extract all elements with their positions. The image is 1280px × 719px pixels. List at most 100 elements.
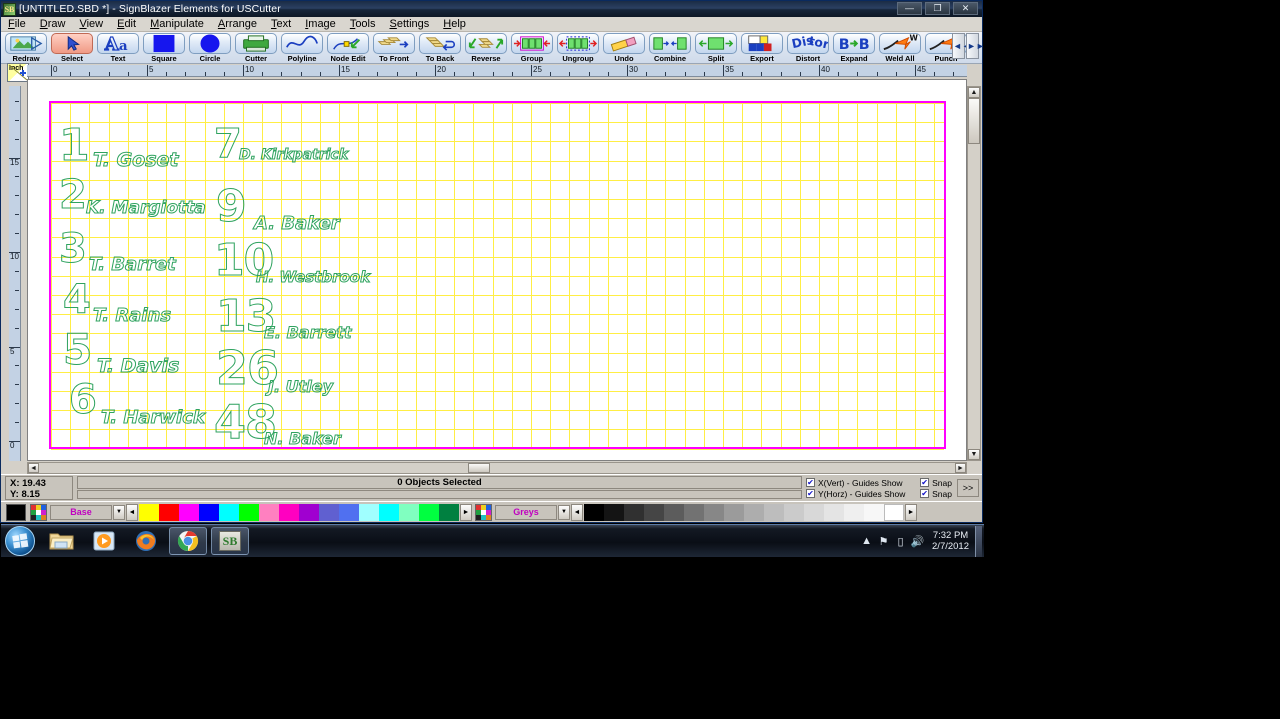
tool-select-button[interactable]: Select	[49, 32, 95, 63]
guide-checkbox-y-horz[interactable]: ✔ Y(Horz) - Guides Show	[806, 489, 914, 499]
checkbox-icon[interactable]: ✔	[920, 478, 930, 487]
palette-swatch-base-15[interactable]	[439, 503, 459, 521]
tool-export-button[interactable]: Export	[739, 32, 785, 63]
greys-scroll-right-button[interactable]: ►	[905, 503, 917, 521]
palette-swatch-grey-14[interactable]	[864, 503, 884, 521]
palette-picker-right-icon[interactable]	[475, 503, 492, 521]
tool-reverse-button[interactable]: Reverse	[463, 32, 509, 63]
canvas-vertical-scrollbar[interactable]: ▲ ▼	[967, 86, 981, 461]
tool-to-back-button[interactable]: To Back	[417, 32, 463, 63]
palette-swatch-base-13[interactable]	[399, 503, 419, 521]
palette-swatch-grey-10[interactable]	[784, 503, 804, 521]
menu-item-settings[interactable]: Settings	[383, 17, 437, 31]
palette-swatch-base-2[interactable]	[179, 503, 199, 521]
tool-to-front-button[interactable]: To Front	[371, 32, 417, 63]
minimize-button[interactable]: —	[897, 2, 922, 15]
palette-swatch-base-0[interactable]	[139, 503, 159, 521]
maximize-button[interactable]: ❐	[925, 2, 950, 15]
palette-swatch-grey-13[interactable]	[844, 503, 864, 521]
scroll-down-button[interactable]: ▼	[968, 449, 980, 460]
current-color-swatch[interactable]	[6, 503, 26, 521]
palette-swatch-grey-0[interactable]	[584, 503, 604, 521]
snap-checkbox-2[interactable]: ✔ Snap	[920, 489, 952, 499]
checkbox-icon[interactable]: ✔	[806, 489, 815, 498]
scroll-right-button[interactable]: ►	[955, 463, 966, 473]
tool-square-button[interactable]: Square	[141, 32, 187, 63]
network-flag-icon[interactable]: ⚑	[875, 535, 892, 548]
clock[interactable]: 7:32 PM 2/7/2012	[926, 530, 975, 552]
vertical-ruler[interactable]: 0 5 10 15	[9, 86, 21, 461]
palette-swatch-grey-2[interactable]	[624, 503, 644, 521]
horizontal-scroll-thumb[interactable]	[468, 463, 490, 473]
windows-orb-icon[interactable]	[5, 526, 35, 556]
show-desktop-button[interactable]	[975, 525, 982, 557]
ruler-unit-button[interactable]: Inch	[7, 63, 29, 82]
tool-circle-button[interactable]: Circle	[187, 32, 233, 63]
design-canvas[interactable]: 1 T. Goset 2 K. Margiotta 3 T. Barret 4 T. Rain…	[27, 79, 967, 461]
palette-scroll-left-button[interactable]: ◄	[126, 503, 138, 521]
signblazer-icon[interactable]: SB	[211, 527, 249, 555]
media-player-icon[interactable]	[85, 527, 123, 555]
palette-name-left[interactable]: Base	[50, 504, 112, 520]
scroll-left-button[interactable]: ◄	[28, 463, 39, 473]
palette-swatch-grey-7[interactable]	[724, 503, 744, 521]
cut-sheet[interactable]: 1 T. Goset 2 K. Margiotta 3 T. Barret 4 T. Rain…	[49, 101, 946, 450]
menu-item-tools[interactable]: Tools	[343, 17, 383, 31]
palette-swatch-grey-3[interactable]	[644, 503, 664, 521]
palette-swatch-base-3[interactable]	[199, 503, 219, 521]
palette-swatch-base-1[interactable]	[159, 503, 179, 521]
menu-item-text[interactable]: Text	[264, 17, 298, 31]
tool-distort-button[interactable]: Dis tort Distort	[785, 32, 831, 63]
palette-swatch-grey-12[interactable]	[824, 503, 844, 521]
vertical-scroll-thumb[interactable]	[968, 98, 980, 144]
close-button[interactable]: ✕	[953, 2, 978, 15]
menu-item-view[interactable]: View	[72, 17, 110, 31]
palette-swatch-base-10[interactable]	[339, 503, 359, 521]
tool-polyline-button[interactable]: Polyline	[279, 32, 325, 63]
tool-weld-all-button[interactable]: W Weld All	[877, 32, 923, 63]
palette-swatch-base-4[interactable]	[219, 503, 239, 521]
palette-swatch-base-6[interactable]	[259, 503, 279, 521]
scroll-up-button[interactable]: ▲	[968, 87, 980, 98]
palette-swatch-grey-1[interactable]	[604, 503, 624, 521]
tool-cutter-button[interactable]: Cutter	[233, 32, 279, 63]
palette-picker-left-icon[interactable]	[30, 503, 47, 521]
guide-checkbox-x-vert[interactable]: ✔ X(Vert) - Guides Show	[806, 478, 914, 488]
snap-checkbox-1[interactable]: ✔ Snap	[920, 478, 952, 488]
tool-text-button[interactable]: Aa Text	[95, 32, 141, 63]
tool-combine-button[interactable]: Combine	[647, 32, 693, 63]
chrome-icon[interactable]	[169, 527, 207, 555]
palette-swatch-base-12[interactable]	[379, 503, 399, 521]
palette-swatch-grey-5[interactable]	[684, 503, 704, 521]
more-options-button[interactable]: >>	[957, 479, 979, 497]
checkbox-icon[interactable]: ✔	[920, 489, 930, 498]
palette-dropdown-right-button[interactable]: ▼	[558, 504, 570, 520]
menu-item-edit[interactable]: Edit	[110, 17, 143, 31]
palette-swatch-grey-8[interactable]	[744, 503, 764, 521]
menu-item-draw[interactable]: Draw	[33, 17, 73, 31]
tool-group-button[interactable]: Group	[509, 32, 555, 63]
palette-scroll-right-button[interactable]: ►	[460, 503, 472, 521]
palette-swatch-grey-6[interactable]	[704, 503, 724, 521]
palette-swatch-base-5[interactable]	[239, 503, 259, 521]
menu-item-help[interactable]: Help	[436, 17, 473, 31]
palette-swatch-grey-15[interactable]	[884, 503, 904, 521]
palette-swatch-base-14[interactable]	[419, 503, 439, 521]
menu-item-manipulate[interactable]: Manipulate	[143, 17, 211, 31]
tool-split-button[interactable]: Split	[693, 32, 739, 63]
show-hidden-icons-button[interactable]: ▲	[858, 535, 875, 547]
toolbar-scroll-left-button[interactable]: ◄◄	[952, 33, 971, 59]
menu-item-image[interactable]: Image	[298, 17, 343, 31]
palette-swatch-grey-9[interactable]	[764, 503, 784, 521]
volume-icon[interactable]: 🔊	[909, 535, 926, 548]
tool-undo-button[interactable]: Undo	[601, 32, 647, 63]
tool-node-edit-button[interactable]: Node Edit	[325, 32, 371, 63]
palette-swatch-base-7[interactable]	[279, 503, 299, 521]
palette-swatch-base-11[interactable]	[359, 503, 379, 521]
palette-swatch-grey-4[interactable]	[664, 503, 684, 521]
menu-item-arrange[interactable]: Arrange	[211, 17, 264, 31]
palette-name-right[interactable]: Greys	[495, 504, 557, 520]
palette-swatch-base-8[interactable]	[299, 503, 319, 521]
greys-scroll-left-button[interactable]: ◄	[571, 503, 583, 521]
horizontal-ruler[interactable]: 0 5 10 15 20 25 30 35 40 45	[27, 65, 967, 77]
